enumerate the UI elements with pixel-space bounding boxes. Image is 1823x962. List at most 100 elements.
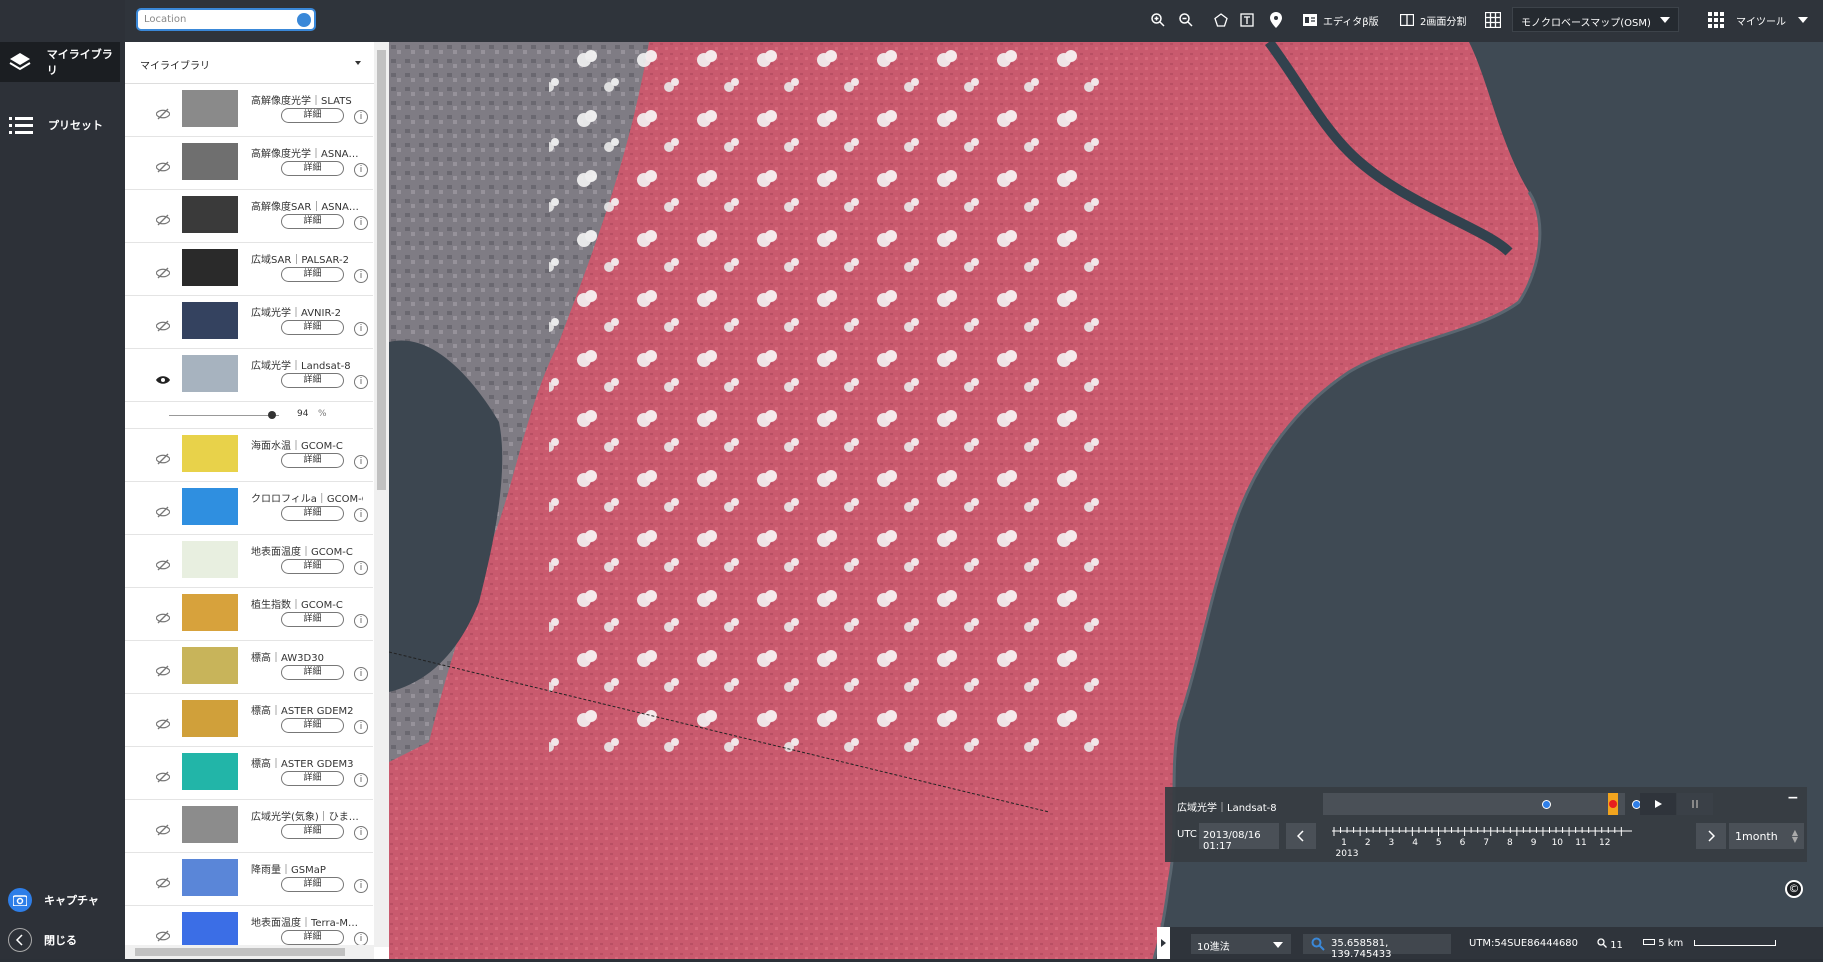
info-icon[interactable]: i — [354, 216, 368, 230]
zoom-out-button[interactable] — [1178, 10, 1194, 30]
eye-off-icon[interactable] — [155, 768, 171, 787]
search-icon[interactable] — [297, 13, 311, 27]
eye-off-icon[interactable] — [155, 211, 171, 230]
add-marker-button[interactable] — [1270, 10, 1282, 30]
month-label: 3 — [1389, 838, 1395, 848]
sidebar-item-my-library[interactable]: マイライブラリ — [0, 42, 120, 82]
eye-off-icon[interactable] — [155, 503, 171, 522]
sidebar-item-preset[interactable]: プリセット — [0, 105, 120, 145]
play-button[interactable] — [1640, 793, 1676, 815]
info-icon[interactable]: i — [354, 269, 368, 283]
info-icon[interactable]: i — [354, 455, 368, 469]
draw-polygon-button[interactable] — [1214, 10, 1228, 30]
layer-detail-button[interactable]: 詳細 — [281, 930, 344, 945]
layer-detail-button[interactable]: 詳細 — [281, 559, 344, 574]
layer-detail-button[interactable]: 詳細 — [281, 877, 344, 892]
layer-item[interactable]: 標高｜ASTER GDEM3 詳細 i — [125, 747, 373, 800]
editor-beta-button[interactable]: エディタβ版 — [1303, 10, 1379, 30]
info-icon[interactable]: i — [354, 110, 368, 124]
layer-detail-button[interactable]: 詳細 — [281, 453, 344, 468]
timeline-availability-track[interactable] — [1323, 793, 1712, 815]
layer-item[interactable]: 標高｜ASTER GDEM2 詳細 i — [125, 694, 373, 747]
layer-detail-button[interactable]: 詳細 — [281, 824, 344, 839]
close-panel-button[interactable]: 閉じる — [8, 928, 77, 952]
info-icon[interactable]: i — [354, 322, 368, 336]
layer-item[interactable]: 降雨量｜GSMaP 詳細 i — [125, 853, 373, 906]
info-icon[interactable]: i — [354, 667, 368, 681]
month-axis[interactable]: 1 2 3 4 5 6 7 8 9 10 11 122013 — [1332, 827, 1632, 859]
eye-off-icon[interactable] — [155, 715, 171, 734]
copyright-icon[interactable]: © — [1785, 880, 1803, 898]
opacity-slider-track[interactable] — [169, 415, 279, 416]
layer-detail-button[interactable]: 詳細 — [281, 718, 344, 733]
layer-item[interactable]: 広域光学｜Landsat-8 詳細 i — [125, 349, 373, 402]
my-tools-button[interactable]: マイツール — [1708, 10, 1808, 30]
coordinate-input[interactable]: 35.658581, 139.745433 — [1303, 934, 1451, 960]
info-icon[interactable]: i — [354, 614, 368, 628]
layer-item[interactable]: 広域SAR｜PALSAR-2 詳細 i — [125, 243, 373, 296]
layer-detail-button[interactable]: 詳細 — [281, 612, 344, 627]
selected-date-marker[interactable] — [1607, 793, 1618, 815]
eye-off-icon[interactable] — [155, 609, 171, 628]
eye-off-icon[interactable] — [155, 105, 171, 124]
eye-icon[interactable] — [156, 370, 170, 389]
layer-detail-button[interactable]: 詳細 — [281, 506, 344, 521]
zoom-in-button[interactable] — [1150, 10, 1166, 30]
layer-detail-button[interactable]: 詳細 — [281, 108, 344, 123]
eye-off-icon[interactable] — [155, 821, 171, 840]
info-icon[interactable]: i — [354, 932, 368, 946]
basemap-select[interactable]: モノクロベースマップ(OSM) — [1512, 7, 1679, 32]
info-icon[interactable]: i — [354, 879, 368, 893]
eye-off-icon[interactable] — [155, 158, 171, 177]
eye-off-icon[interactable] — [155, 450, 171, 469]
layer-detail-button[interactable]: 詳細 — [281, 214, 344, 229]
eye-off-icon[interactable] — [155, 874, 171, 893]
eye-off-icon[interactable] — [155, 927, 171, 946]
coordinate-format-select[interactable]: 10進法 — [1191, 934, 1291, 954]
eye-off-icon[interactable] — [155, 662, 171, 681]
info-icon[interactable]: i — [354, 508, 368, 522]
datetime-field[interactable]: 2013/08/16 01:17 — [1199, 823, 1279, 852]
info-icon[interactable]: i — [354, 720, 368, 734]
info-icon[interactable]: i — [354, 375, 368, 389]
eye-off-icon[interactable] — [155, 556, 171, 575]
layer-item[interactable]: 高解像度光学｜SLATS 詳細 i — [125, 84, 373, 137]
horizontal-scrollbar[interactable] — [125, 945, 374, 959]
layer-detail-button[interactable]: 詳細 — [281, 267, 344, 282]
layer-item[interactable]: 広域光学(気象)｜ひま… 詳細 i — [125, 800, 373, 853]
next-button[interactable] — [1696, 823, 1726, 849]
eye-off-icon[interactable] — [155, 317, 171, 336]
layer-item[interactable]: 地表面温度｜GCOM-C 詳細 i — [125, 535, 373, 588]
draw-text-button[interactable] — [1240, 10, 1254, 30]
layer-detail-button[interactable]: 詳細 — [281, 771, 344, 786]
layer-item[interactable]: 高解像度光学｜ASNA… 詳細 i — [125, 137, 373, 190]
interval-select[interactable]: 1month ▲ ▼ — [1729, 823, 1804, 849]
info-icon[interactable]: i — [354, 826, 368, 840]
library-dropdown[interactable]: マイライブラリ — [125, 42, 389, 84]
layer-item[interactable]: 広域光学｜AVNIR-2 詳細 i — [125, 296, 373, 349]
vertical-scrollbar[interactable] — [374, 42, 389, 947]
location-search-input[interactable]: Location — [136, 8, 316, 31]
previous-button[interactable] — [1286, 823, 1316, 849]
opacity-slider-handle[interactable] — [268, 411, 277, 419]
layer-item[interactable]: 高解像度SAR｜ASNA… 詳細 i — [125, 190, 373, 243]
grid-button[interactable] — [1485, 10, 1501, 30]
eye-off-icon[interactable] — [155, 264, 171, 283]
status-toggle-button[interactable] — [1157, 927, 1170, 959]
layer-item[interactable]: 海面水温｜GCOM-C 詳細 i — [125, 429, 373, 482]
layer-detail-button[interactable]: 詳細 — [281, 320, 344, 335]
split-screen-button[interactable]: 2画面分割 — [1400, 10, 1466, 30]
availability-dot[interactable] — [1541, 800, 1551, 809]
capture-button[interactable]: キャプチャ — [8, 888, 99, 912]
minimize-timeline-button[interactable]: − — [1787, 791, 1801, 807]
layer-detail-button[interactable]: 詳細 — [281, 665, 344, 680]
layer-item[interactable]: 植生指数｜GCOM-C 詳細 i — [125, 588, 373, 641]
pause-button[interactable] — [1677, 793, 1713, 815]
layer-detail-button[interactable]: 詳細 — [281, 161, 344, 176]
layer-detail-button[interactable]: 詳細 — [281, 373, 344, 388]
info-icon[interactable]: i — [354, 773, 368, 787]
info-icon[interactable]: i — [354, 561, 368, 575]
layer-item[interactable]: 標高｜AW3D30 詳細 i — [125, 641, 373, 694]
layer-item[interactable]: クロロフィルa｜GCOM-C 詳細 i — [125, 482, 373, 535]
info-icon[interactable]: i — [354, 163, 368, 177]
